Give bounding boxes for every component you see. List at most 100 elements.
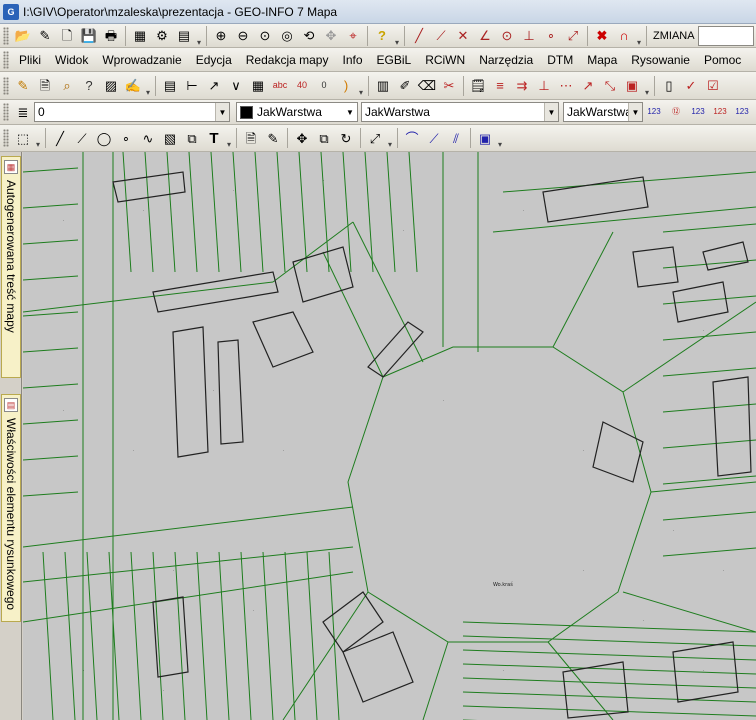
toolbar-overflow[interactable]: ▾	[643, 75, 651, 97]
circle-icon[interactable]: ◯	[93, 127, 115, 149]
hatch-icon[interactable]: ▨	[100, 75, 122, 97]
toolbar-overflow[interactable]: ▾	[34, 127, 42, 149]
app-icon[interactable]: G	[3, 3, 19, 20]
toolbar-overflow[interactable]: ▾	[496, 127, 504, 149]
snap-intersection-icon[interactable]: ✕	[452, 25, 474, 47]
magnet-icon[interactable]: ∩	[613, 25, 635, 47]
spline-icon[interactable]: ∿	[137, 127, 159, 149]
layers-stack-icon[interactable]: ≣	[12, 101, 34, 123]
menu-item-info[interactable]: Info	[335, 49, 369, 71]
text-icon[interactable]: T	[203, 127, 225, 149]
select-tool-icon[interactable]: ⬚	[12, 127, 34, 149]
dash-line-icon[interactable]: ⋯	[555, 75, 577, 97]
numbering-blue-icon[interactable]: 123	[731, 101, 753, 123]
numbering-sub-icon[interactable]: 123	[687, 101, 709, 123]
help-icon[interactable]: ?	[371, 25, 393, 47]
snap-middle-icon[interactable]: ∠	[474, 25, 496, 47]
scissors-icon[interactable]: ✂	[438, 75, 460, 97]
measure-distance-icon[interactable]: ⌒	[401, 127, 423, 149]
snap-nearest-icon[interactable]: ⤢	[562, 25, 584, 47]
properties-icon[interactable]: ▤	[173, 25, 195, 47]
offset-icon[interactable]: ⇉	[511, 75, 533, 97]
line-icon[interactable]: ╱	[49, 127, 71, 149]
arrow-icon[interactable]: ↗	[577, 75, 599, 97]
toolbar-overflow[interactable]: ▾	[635, 25, 643, 47]
info-object-icon[interactable]: ?	[78, 75, 100, 97]
settings-icon[interactable]: ⚙	[151, 25, 173, 47]
new-file-icon[interactable]: 🗋	[56, 25, 78, 47]
toolbar-grip[interactable]	[3, 129, 9, 147]
menu-grip[interactable]	[3, 50, 9, 69]
abc-label-icon[interactable]: abc	[269, 75, 291, 97]
eraser-icon[interactable]: ⌫	[416, 75, 438, 97]
zoom-extents-icon[interactable]: ◎	[276, 25, 298, 47]
measure-segment-icon[interactable]: ⫽	[445, 127, 467, 149]
toolbar-overflow[interactable]: ▾	[144, 75, 152, 97]
map-drawing[interactable]: · · · · · · · · · · · · · · · · · · · · · · · · Wo.kraś	[23, 152, 756, 720]
copy-icon[interactable]: ⧉	[313, 127, 335, 149]
numbering-circle-icon[interactable]: ⑫	[665, 101, 687, 123]
vertex-icon[interactable]: ∨	[225, 75, 247, 97]
scale-icon[interactable]: ⤢	[364, 127, 386, 149]
label-style-icon[interactable]: 0	[313, 75, 335, 97]
edit-area-icon[interactable]: ✍	[122, 75, 144, 97]
polyline-draw-icon[interactable]: ⟋	[71, 127, 93, 149]
snap-center-icon[interactable]: ⊙	[496, 25, 518, 47]
tab-autogenerated-content[interactable]: ▦ Autogenerowana treść mapy	[1, 156, 21, 378]
table-icon[interactable]: ▤	[159, 75, 181, 97]
pen-icon[interactable]: ✐	[394, 75, 416, 97]
menu-item-egbil[interactable]: EGBiL	[370, 49, 419, 71]
check-layer-icon[interactable]: ☑	[702, 75, 724, 97]
pan-disabled-icon[interactable]: ✥	[320, 25, 342, 47]
menu-item-wprowadzanie[interactable]: Wprowadzanie	[95, 49, 188, 71]
snap-point-icon[interactable]: ∘	[540, 25, 562, 47]
color-select[interactable]: JakWarstwa ▼	[236, 102, 358, 122]
measure-line-icon[interactable]: ⟋	[423, 127, 445, 149]
snap-perpendicular-icon[interactable]: ⊥	[518, 25, 540, 47]
edit-pen-icon[interactable]: ✎	[262, 127, 284, 149]
check-icon[interactable]: ✓	[680, 75, 702, 97]
target-icon[interactable]: ⌖	[342, 25, 364, 47]
zoom-previous-icon[interactable]: ⟲	[298, 25, 320, 47]
parallel-lines-icon[interactable]: ≡	[489, 75, 511, 97]
numbering-red-icon[interactable]: 123	[709, 101, 731, 123]
zoom-window-icon[interactable]: ⊙	[254, 25, 276, 47]
edit-object-icon[interactable]: ✎	[12, 75, 34, 97]
map-canvas[interactable]: · · · · · · · · · · · · · · · · · · · · · · · · Wo.kraś	[23, 152, 756, 720]
library-icon[interactable]: ▥	[372, 75, 394, 97]
zoom-out-icon[interactable]: ⊖	[232, 25, 254, 47]
menu-item-rciwn[interactable]: RCiWN	[418, 49, 472, 71]
edit-doc-icon[interactable]: 🗎	[240, 127, 262, 149]
toolbar-grip[interactable]	[3, 26, 9, 45]
menu-item-rysowanie[interactable]: Rysowanie	[624, 49, 697, 71]
numbering-icon[interactable]: 123	[643, 101, 665, 123]
save-icon[interactable]: 💾	[78, 25, 100, 47]
hatch-area-icon[interactable]: ▧	[159, 127, 181, 149]
view-icon[interactable]: ▣	[474, 127, 496, 149]
print-icon[interactable]: 🖶	[100, 25, 122, 47]
menu-item-edycja[interactable]: Edycja	[189, 49, 239, 71]
layer-tool-icon[interactable]: ▯	[658, 75, 680, 97]
snap-line-icon[interactable]: ╱	[408, 25, 430, 47]
open-folder-icon[interactable]: 📂	[12, 25, 34, 47]
menu-item-narz-dzia[interactable]: Narzędzia	[472, 49, 540, 71]
object-properties-icon[interactable]: 🗎	[34, 75, 56, 97]
lineweight-select[interactable]: JakWarstwa ▼	[563, 102, 643, 122]
layer-select[interactable]: 0 ▼	[34, 102, 230, 122]
linetype-select[interactable]: JakWarstwa ▼	[361, 102, 559, 122]
toolbar-overflow[interactable]: ▾	[225, 127, 233, 149]
layers-icon[interactable]: ▦	[129, 25, 151, 47]
curve-icon[interactable]: )	[335, 75, 357, 97]
menu-item-redakcja-mapy[interactable]: Redakcja mapy	[239, 49, 336, 71]
find-object-icon[interactable]: ⌕	[56, 75, 78, 97]
block-icon[interactable]: ⧉	[181, 127, 203, 149]
polyline-icon[interactable]: ⊢	[181, 75, 203, 97]
snap-end-icon[interactable]: ⟋	[430, 25, 452, 47]
menu-item-dtm[interactable]: DTM	[540, 49, 580, 71]
menu-item-mapa[interactable]: Mapa	[580, 49, 624, 71]
menu-item-pliki[interactable]: Pliki	[12, 49, 48, 71]
move-icon[interactable]: ✥	[291, 127, 313, 149]
toolbar-overflow[interactable]: ▾	[357, 75, 365, 97]
wand-icon[interactable]: ✎	[34, 25, 56, 47]
toolbar-overflow[interactable]: ▾	[386, 127, 394, 149]
